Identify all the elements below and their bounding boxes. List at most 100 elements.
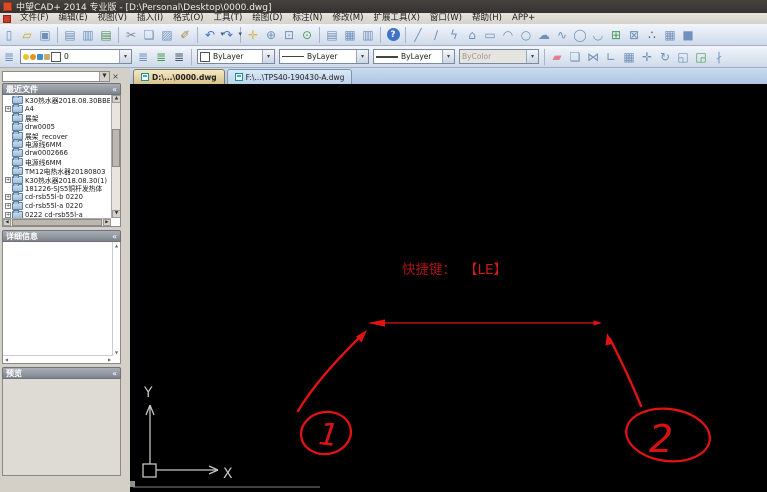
offset-icon[interactable]: ∟: [602, 48, 620, 66]
mirror-icon[interactable]: ⋈: [584, 48, 602, 66]
revcloud-icon[interactable]: ☁: [535, 26, 553, 44]
section-header-recent-files[interactable]: 最近文件 «: [2, 83, 121, 95]
line-icon[interactable]: ╱: [409, 26, 427, 44]
polygon-icon[interactable]: ⌂: [463, 26, 481, 44]
arc-icon[interactable]: ◠: [499, 26, 517, 44]
chevron-down-icon[interactable]: ▾: [119, 50, 131, 63]
menu-item-2[interactable]: 编辑(E): [54, 13, 93, 24]
menu-item-4[interactable]: 插入(I): [132, 13, 168, 24]
open-icon[interactable]: ▱: [18, 26, 36, 44]
menu-item-11[interactable]: 窗口(W): [425, 13, 467, 24]
file-item[interactable]: + cd-rsb55l-b 0220: [4, 192, 110, 202]
scroll-right-icon[interactable]: ▶: [106, 356, 113, 363]
array-icon[interactable]: ▦: [620, 48, 638, 66]
chevron-down-icon[interactable]: ▾: [356, 50, 368, 63]
properties-palette-icon[interactable]: ▤: [323, 26, 341, 44]
layer-previous-icon[interactable]: ≣: [152, 48, 170, 66]
print-icon[interactable]: ▤: [61, 26, 79, 44]
expand-plus-icon[interactable]: +: [5, 202, 11, 209]
ellipse-icon[interactable]: ◯: [571, 26, 589, 44]
menu-item-6[interactable]: 工具(T): [208, 13, 247, 24]
menu-item-3[interactable]: 视图(V): [93, 13, 132, 24]
format-painter-icon[interactable]: ✐: [176, 26, 194, 44]
tree-vertical-scrollbar[interactable]: ▲ ▼: [111, 95, 120, 218]
file-item[interactable]: +0222 cd-rsb55l-a: [4, 209, 110, 218]
redo-icon[interactable]: ↷ ▾: [219, 26, 242, 44]
new-icon[interactable]: ▯: [0, 26, 18, 44]
section-header-details[interactable]: 详细信息 «: [2, 230, 121, 242]
copy-icon[interactable]: ❏: [140, 26, 158, 44]
rotate-icon[interactable]: ↻: [656, 48, 674, 66]
tree-hscroll-thumb[interactable]: [12, 219, 102, 226]
chevron-down-icon[interactable]: ▼: [99, 71, 109, 81]
file-item[interactable]: + A4: [4, 104, 110, 114]
polyline-icon[interactable]: ϟ: [445, 26, 463, 44]
hatch-icon[interactable]: ▦: [661, 26, 679, 44]
zoom-previous-icon[interactable]: ⊙: [298, 26, 316, 44]
erase-icon[interactable]: ▰: [548, 48, 566, 66]
save-icon[interactable]: ▣: [36, 26, 54, 44]
circle-icon[interactable]: ○: [517, 26, 535, 44]
print-preview-icon[interactable]: ▥: [79, 26, 97, 44]
collapse-icon[interactable]: «: [112, 369, 117, 378]
design-center-icon[interactable]: ▦: [341, 26, 359, 44]
stretch-icon[interactable]: ◲: [692, 48, 710, 66]
expand-plus-icon[interactable]: +: [5, 176, 11, 183]
scale-icon[interactable]: ◱: [674, 48, 692, 66]
plot-icon[interactable]: ▤: [97, 26, 115, 44]
panel-filter-combo[interactable]: ▼: [2, 70, 110, 82]
collapse-icon[interactable]: «: [112, 85, 117, 94]
section-header-preview[interactable]: 预览 «: [2, 367, 121, 379]
trim-icon[interactable]: ∤: [710, 48, 728, 66]
scroll-left-icon[interactable]: ◀: [3, 219, 11, 226]
layer-combo[interactable]: 0 ▾: [20, 49, 132, 64]
ellipse-arc-icon[interactable]: ◡: [589, 26, 607, 44]
menu-item-1[interactable]: 文件(F): [15, 13, 54, 24]
cut-icon[interactable]: ✂: [122, 26, 140, 44]
scroll-up-icon[interactable]: ▲: [113, 242, 120, 249]
details-vertical-scrollbar[interactable]: ▲ ▼: [112, 242, 120, 356]
pan-icon[interactable]: ✛: [244, 26, 262, 44]
region-icon[interactable]: ■: [679, 26, 697, 44]
help-icon[interactable]: ?: [384, 26, 402, 44]
scroll-down-icon[interactable]: ▼: [112, 210, 120, 218]
scroll-down-icon[interactable]: ▼: [113, 349, 120, 356]
make-block-icon[interactable]: ⊠: [625, 26, 643, 44]
undo-icon[interactable]: ↶ ▾: [201, 26, 224, 44]
menu-item-7[interactable]: 绘图(D): [247, 13, 287, 24]
layer-properties-icon[interactable]: ≣: [134, 48, 152, 66]
file-item[interactable]: 电源线6MM: [4, 139, 110, 149]
file-item[interactable]: + cd-rsb55l-a 0220: [4, 200, 110, 211]
model-space-canvas[interactable]: 快捷键： 【LE】 1 2 Y X: [130, 84, 767, 492]
zoom-realtime-icon[interactable]: ⊕: [262, 26, 280, 44]
insert-block-icon[interactable]: ⊞: [607, 26, 625, 44]
tree-vscroll-thumb[interactable]: [112, 129, 120, 167]
chevron-down-icon[interactable]: ▾: [262, 50, 274, 63]
menu-item-10[interactable]: 扩展工具(X): [368, 13, 424, 24]
linetype-combo[interactable]: ByLayer ▾: [279, 49, 369, 64]
menu-item-8[interactable]: 标注(N): [287, 13, 327, 24]
panel-close-icon[interactable]: ×: [110, 71, 121, 82]
details-horizontal-scrollbar[interactable]: ◀ ▶: [3, 355, 113, 363]
layer-states-icon[interactable]: ≣: [170, 48, 188, 66]
tree-horizontal-scrollbar[interactable]: ◀ ▶: [3, 218, 111, 226]
layer-on-icon[interactable]: [23, 53, 29, 60]
file-item[interactable]: 181226-SJS5铜杆发热体: [4, 183, 110, 193]
lineweight-combo[interactable]: ByLayer ▾: [373, 49, 455, 64]
expand-plus-icon[interactable]: +: [5, 106, 11, 113]
color-combo[interactable]: ByLayer ▾: [197, 49, 275, 64]
menu-item-9[interactable]: 修改(M): [327, 13, 368, 24]
menu-item-13[interactable]: APP+: [507, 13, 540, 24]
tool-palettes-icon[interactable]: ▥: [359, 26, 377, 44]
scroll-right-icon[interactable]: ▶: [103, 219, 111, 226]
spline-icon[interactable]: ∿: [553, 26, 571, 44]
drawing-tab-2[interactable]: F:\...\TPS40-190430-A.dwg: [226, 69, 353, 84]
rectangle-icon[interactable]: ▭: [481, 26, 499, 44]
file-item[interactable]: 展架: [4, 112, 110, 123]
zoom-window-icon[interactable]: ⊡: [280, 26, 298, 44]
chevron-down-icon[interactable]: ▾: [442, 50, 454, 63]
move-icon[interactable]: ✛: [638, 48, 656, 66]
title-bar[interactable]: 中望CAD+ 2014 专业版 - [D:\Personal\Desktop\0…: [0, 0, 767, 13]
layer-lock-icon[interactable]: [37, 53, 43, 60]
copy-object-icon[interactable]: ❏: [566, 48, 584, 66]
